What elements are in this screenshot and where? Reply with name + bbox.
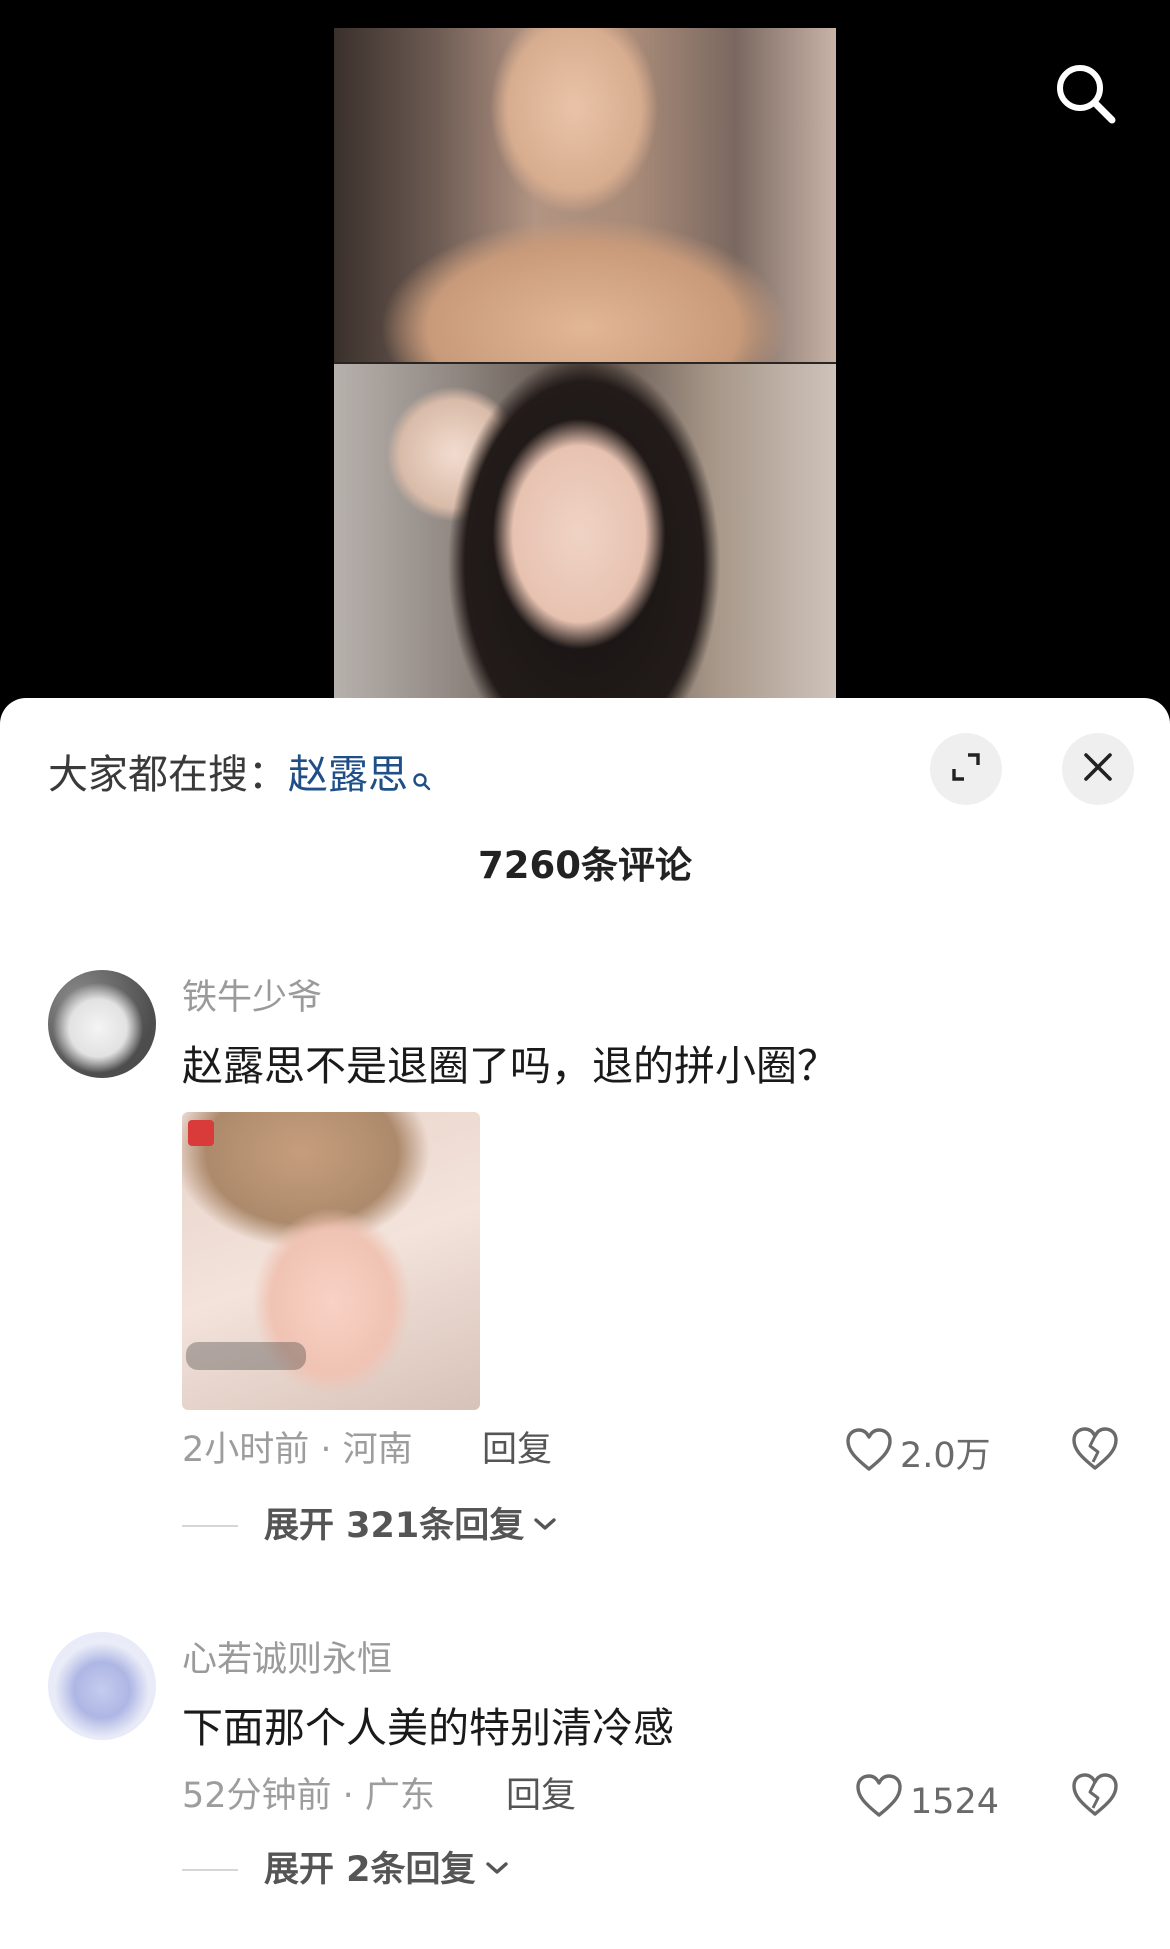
reply-button[interactable]: 回复 [506, 1774, 576, 1818]
comment-text: 下面那个人美的特别清冷感 [182, 1704, 674, 1752]
expand-replies-label: 展开 2条回复 [264, 1850, 476, 1890]
comment-text: 赵露思不是退圈了吗，退的拼小圈？ [182, 1042, 838, 1090]
chevron-down-icon [524, 1514, 558, 1538]
video-frame[interactable] [334, 28, 836, 708]
like-button[interactable]: 2.0万 [844, 1426, 991, 1485]
comment-username[interactable]: 心若诚则永恒 [182, 1638, 392, 1682]
heart-icon [854, 1772, 910, 1831]
search-icon[interactable] [1050, 58, 1122, 130]
video-player[interactable] [0, 0, 1170, 720]
expand-replies[interactable]: 展开 2条回复 [182, 1848, 510, 1892]
comment-username[interactable]: 铁牛少爷 [182, 976, 322, 1020]
expand-button[interactable] [930, 733, 1002, 805]
like-button[interactable]: 1524 [854, 1772, 999, 1831]
dislike-button[interactable] [1070, 1424, 1120, 1474]
image-overlay [186, 1342, 306, 1370]
expand-replies-label: 展开 321条回复 [264, 1506, 525, 1546]
hot-search-keyword[interactable]: 赵露思 [288, 752, 408, 798]
search-icon [412, 754, 432, 804]
comment-count: 7260条评论 [478, 844, 692, 887]
comments-sheet: 大家都在搜：赵露思 7260条评论 铁牛少爷 赵露思不是退圈了吗，退的拼小圈？ … [0, 698, 1170, 1949]
comment-meta: 2小时前 · 河南 [182, 1430, 413, 1470]
broken-heart-icon [1070, 1773, 1120, 1824]
comment-meta: 52分钟前 · 广东 [182, 1776, 435, 1816]
close-button[interactable] [1062, 733, 1134, 805]
comment-image[interactable] [182, 1112, 480, 1410]
close-icon [1081, 750, 1115, 788]
expand-replies[interactable]: 展开 321条回复 [182, 1504, 558, 1548]
avatar[interactable] [48, 1632, 156, 1740]
expand-icon [948, 749, 984, 789]
hot-search-prefix: 大家都在搜： [48, 752, 288, 798]
like-count: 2.0万 [900, 1435, 991, 1476]
video-still-bottom [334, 364, 836, 708]
dislike-button[interactable] [1070, 1770, 1120, 1820]
video-still-top [334, 28, 836, 364]
image-badge [188, 1120, 214, 1146]
reply-button[interactable]: 回复 [482, 1428, 552, 1472]
hot-search-bar[interactable]: 大家都在搜：赵露思 [48, 750, 432, 804]
like-count: 1524 [910, 1781, 1000, 1822]
expand-divider [182, 1869, 238, 1871]
heart-icon [844, 1426, 900, 1485]
chevron-down-icon [476, 1858, 510, 1882]
avatar[interactable] [48, 970, 156, 1078]
expand-divider [182, 1525, 238, 1527]
broken-heart-icon [1070, 1427, 1120, 1478]
